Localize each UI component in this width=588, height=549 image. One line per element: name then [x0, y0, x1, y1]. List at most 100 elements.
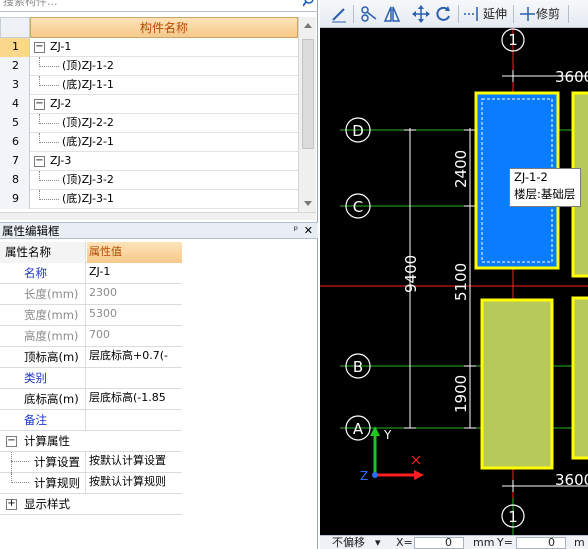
property-grid: 属性名称 属性值 名称 ZJ-1 长度(mm) 2300 宽度(mm) 5300 高度(mm… [0, 242, 182, 515]
tree-row-number: 5 [0, 114, 30, 133]
property-row[interactable]: 计算设置 按默认计算设置 [0, 452, 182, 473]
property-value[interactable]: 层底标高(-1.85 [87, 389, 182, 410]
search-bar[interactable]: 搜索构件... [0, 0, 318, 12]
property-row[interactable]: 高度(mm) 700 [0, 326, 182, 347]
tree-connector [39, 199, 59, 200]
property-row[interactable]: 宽度(mm) 5300 [0, 305, 182, 326]
break-icon[interactable] [360, 5, 378, 23]
property-row[interactable]: 类别 [0, 368, 182, 389]
close-icon[interactable]: ✕ [304, 223, 313, 239]
trim-button[interactable]: 修剪 [536, 5, 560, 23]
scroll-down-arrow-icon[interactable] [304, 201, 312, 206]
property-row[interactable]: 计算规则 按默认计算规则 [0, 473, 182, 494]
tree-row-number: 9 [0, 190, 30, 209]
extend-icon[interactable] [462, 5, 482, 23]
property-group-label: 显示样式 [24, 497, 70, 511]
tree-item-label: (顶)ZJ-3-2 [62, 173, 114, 186]
collapse-icon[interactable]: − [34, 42, 45, 53]
search-input[interactable]: 搜索构件... [3, 0, 58, 9]
tree-connector [39, 142, 59, 143]
scroll-up-arrow-icon[interactable] [304, 23, 312, 28]
property-value[interactable] [87, 368, 182, 389]
dim-top-3600: 3600 [555, 68, 588, 86]
tree-row-number: 1 [0, 38, 30, 57]
axis-label-D: D [352, 122, 364, 140]
property-group-row[interactable]: − 计算属性 [0, 431, 182, 452]
x-coordinate-input[interactable] [414, 537, 464, 549]
ucs-y-label: Y [383, 428, 392, 442]
axis-label-1-top: 1 [508, 31, 518, 49]
y-coordinate-input[interactable] [516, 537, 566, 549]
property-row[interactable]: 备注 [0, 410, 182, 431]
dim-9400: 9400 [402, 255, 420, 293]
trim-icon[interactable] [518, 5, 536, 23]
scroll-thumb[interactable] [302, 39, 314, 149]
drawing-canvas[interactable]: 1 1 D C B A 3600 3600 2400 5100 1900 940… [320, 28, 588, 535]
property-value[interactable]: 700 [87, 326, 182, 347]
toolbar-separator [513, 5, 514, 23]
extend-button[interactable]: 延伸 [483, 5, 507, 23]
property-rows: 名称 ZJ-1 长度(mm) 2300 宽度(mm) 5300 高度(mm) 700 顶标高(m… [0, 263, 182, 431]
foundation-right-bottom[interactable] [571, 296, 588, 460]
offset-mode-select[interactable]: 不偏移 [332, 536, 365, 549]
tree-vertical-scrollbar[interactable] [298, 17, 316, 212]
tooltip-name: ZJ-1-2 [514, 170, 548, 184]
property-value[interactable] [87, 410, 182, 431]
property-name: 计算设置 [0, 452, 86, 473]
move-icon[interactable] [412, 5, 430, 23]
tree-row[interactable]: 5 (顶)ZJ-2-2 [0, 114, 298, 133]
tree-item-label: (顶)ZJ-1-2 [62, 59, 114, 72]
tree-row[interactable]: 2 (顶)ZJ-1-2 [0, 57, 298, 76]
y-label: Y= [497, 536, 513, 549]
rotate-icon[interactable] [434, 5, 452, 23]
foundation-lower[interactable] [480, 298, 554, 470]
brush-icon[interactable] [330, 5, 348, 23]
tree-item-label: ZJ-1 [50, 40, 72, 53]
axis-label-1-bottom: 1 [508, 508, 518, 526]
tree-row[interactable]: 4− ZJ-2 [0, 95, 298, 114]
component-tree: 构件名称 1− ZJ-1 2 (顶)ZJ-1-2 3 (底)ZJ-1-1 4− ZJ-2 5 (顶… [0, 17, 316, 212]
tree-horizontal-scrollbar[interactable] [0, 212, 316, 220]
tree-row[interactable]: 6 (底)ZJ-2-1 [0, 133, 298, 152]
collapse-icon[interactable]: − [34, 99, 45, 110]
dim-2400: 2400 [452, 150, 470, 188]
tree-row[interactable]: 7− ZJ-3 [0, 152, 298, 171]
property-panel-title-text: 属性编辑框 [2, 224, 60, 238]
search-icon[interactable] [303, 0, 315, 9]
property-row[interactable]: 长度(mm) 2300 [0, 284, 182, 305]
tree-row-number: 2 [0, 57, 30, 76]
property-name: 高度(mm) [0, 326, 86, 347]
tree-row[interactable]: 1− ZJ-1 [0, 38, 298, 57]
tree-row[interactable]: 3 (底)ZJ-1-1 [0, 76, 298, 95]
tree-row[interactable]: 8 (顶)ZJ-3-2 [0, 171, 298, 190]
collapse-icon[interactable]: − [34, 156, 45, 167]
property-value[interactable]: 按默认计算设置 [87, 452, 182, 473]
tree-row[interactable]: 9 (底)ZJ-3-1 [0, 190, 298, 209]
tree-row-number: 7 [0, 152, 30, 171]
property-value[interactable]: ZJ-1 [87, 263, 182, 284]
property-row[interactable]: 顶标高(m) 层底标高+0.7(- [0, 347, 182, 368]
axis-label-B: B [353, 358, 363, 376]
property-name: 宽度(mm) [0, 305, 86, 326]
tree-row-number: 8 [0, 171, 30, 190]
y-unit: m [574, 536, 585, 549]
property-name: 类别 [0, 368, 86, 389]
property-row[interactable]: 名称 ZJ-1 [0, 263, 182, 284]
property-value[interactable]: 按默认计算规则 [87, 473, 182, 494]
dim-bottom-3600: 3600 [555, 471, 588, 489]
property-value[interactable]: 5300 [87, 305, 182, 326]
property-value[interactable]: 层底标高+0.7(- [87, 347, 182, 368]
property-group-row[interactable]: + 显示样式 [0, 494, 182, 515]
property-name: 计算规则 [0, 473, 86, 494]
property-panel-title: 属性编辑框 ᵖ ✕ [0, 222, 318, 239]
property-name: 底标高(m) [0, 389, 86, 410]
property-value[interactable]: 2300 [87, 284, 182, 305]
drawing-toolbar: 延伸 修剪 [320, 0, 588, 28]
chevron-down-icon[interactable]: ▾ [375, 536, 381, 549]
dim-5100: 5100 [452, 263, 470, 301]
property-grid-header: 属性名称 属性值 [0, 242, 182, 263]
drawing-svg: 1 1 D C B A 3600 3600 2400 5100 1900 940… [320, 28, 588, 535]
mirror-icon[interactable] [383, 5, 401, 23]
property-row[interactable]: 底标高(m) 层底标高(-1.85 [0, 389, 182, 410]
pin-icon[interactable]: ᵖ [294, 223, 298, 239]
